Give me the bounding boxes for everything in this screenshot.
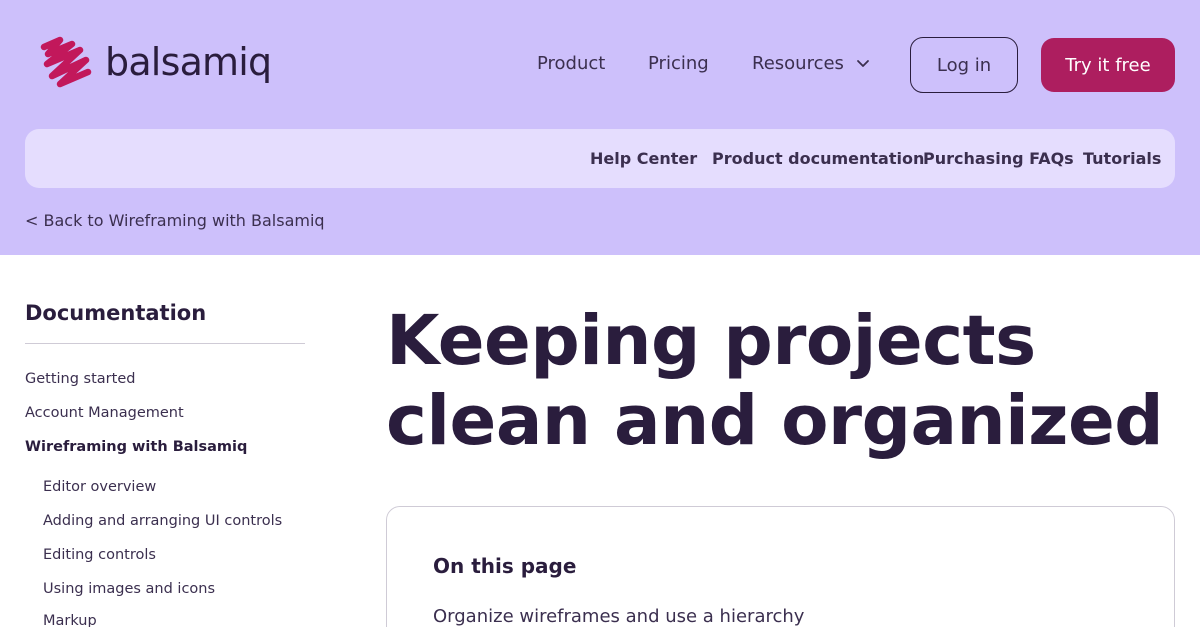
nav-pricing-link[interactable]: Pricing (648, 52, 709, 76)
header-hero: balsamiq Product Pricing Resources Log i… (0, 0, 1200, 255)
secondary-nav: Help Center Product documentation Purcha… (25, 129, 1175, 188)
subnav-purchasing-faqs[interactable]: Purchasing FAQs (923, 149, 1074, 169)
try-free-button[interactable]: Try it free (1041, 38, 1175, 92)
sidebar-subitem-markup[interactable]: Markup (43, 612, 97, 627)
subnav-help-center[interactable]: Help Center (590, 149, 697, 169)
sidebar-subitem-editor-overview[interactable]: Editor overview (43, 478, 156, 496)
sidebar-subitem-adding-controls[interactable]: Adding and arranging UI controls (43, 512, 282, 530)
brand-name: balsamiq (105, 40, 272, 84)
on-this-page-box: On this page Organize wireframes and use… (386, 506, 1175, 627)
sidebar-divider (25, 343, 305, 344)
nav-resources-dropdown[interactable]: Resources (752, 52, 870, 76)
sidebar-title: Documentation (25, 301, 207, 325)
nav-resources-label: Resources (752, 53, 844, 74)
back-link[interactable]: < Back to Wireframing with Balsamiq (25, 211, 325, 231)
subnav-product-documentation[interactable]: Product documentation (712, 149, 924, 169)
sidebar-subitem-editing-controls[interactable]: Editing controls (43, 546, 156, 564)
nav-product-link[interactable]: Product (537, 52, 605, 76)
sidebar-item-getting-started[interactable]: Getting started (25, 370, 135, 388)
brand-logo[interactable]: balsamiq (38, 36, 272, 92)
toc-item-organize-wireframes[interactable]: Organize wireframes and use a hierarchy (433, 606, 804, 627)
sidebar-item-wireframing[interactable]: Wireframing with Balsamiq (25, 438, 247, 456)
subnav-tutorials[interactable]: Tutorials (1083, 149, 1161, 169)
chevron-down-icon (857, 60, 869, 67)
login-button[interactable]: Log in (910, 37, 1018, 93)
toc-title: On this page (433, 554, 577, 578)
sidebar-item-account-management[interactable]: Account Management (25, 404, 184, 422)
sidebar-subitem-images-icons[interactable]: Using images and icons (43, 580, 215, 598)
balsamiq-squiggle-icon (40, 36, 92, 88)
page-title: Keeping projects clean and organized (386, 301, 1164, 461)
